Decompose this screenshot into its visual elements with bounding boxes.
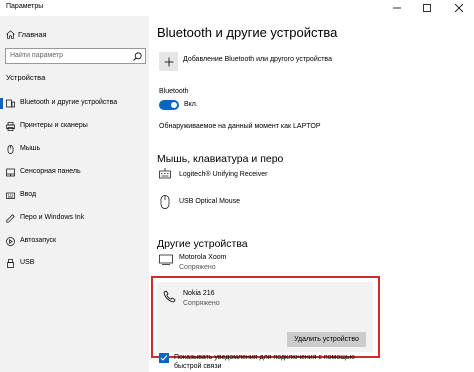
bluetooth-devices-icon — [6, 99, 15, 108]
sidebar-home-label: Главная — [18, 30, 47, 39]
pen-icon — [6, 214, 15, 223]
toggle-knob — [171, 102, 177, 108]
device-name: Nokia 216 — [183, 290, 215, 297]
add-device-label[interactable]: Добавление Bluetooth или другого устройс… — [183, 56, 332, 63]
checkmark-icon — [160, 355, 168, 361]
selected-device-highlight: Nokia 216 Сопряжено Удалить устройство — [151, 276, 380, 358]
usb-icon — [7, 259, 14, 268]
printer-icon — [6, 122, 15, 131]
notify-checkbox[interactable] — [159, 353, 169, 363]
bluetooth-toggle[interactable] — [159, 100, 179, 110]
home-icon — [6, 30, 15, 39]
main-content: Bluetooth и другие устройства Добавление… — [149, 16, 474, 372]
autoplay-icon — [6, 237, 15, 246]
plus-icon — [164, 57, 173, 66]
bluetooth-label: Bluetooth — [159, 88, 189, 95]
device-status: Сопряжено — [179, 264, 216, 271]
device-item-motorola[interactable]: Motorola Xoom Сопряжено — [159, 252, 459, 274]
maximize-icon — [423, 4, 431, 12]
device-status: Сопряжено — [183, 300, 220, 307]
device-name: Motorola Xoom — [179, 254, 227, 261]
sidebar-item-label: Ввод — [20, 191, 37, 198]
toggle-state-text: Вкл. — [184, 101, 198, 108]
notify-checkbox-label: Показывать уведомления для подключения с… — [174, 354, 355, 370]
mouse-icon — [7, 145, 14, 154]
title-bar: Параметры — [0, 0, 474, 16]
add-device-button[interactable] — [159, 52, 178, 71]
sidebar-item-touchpad[interactable]: Сенсорная панель — [0, 165, 149, 180]
search-icon — [133, 52, 142, 61]
sidebar-item-label: Мышь — [20, 145, 41, 152]
sidebar-item-bluetooth[interactable]: Bluetooth и другие устройства — [0, 96, 149, 111]
section-heading-other: Другие устройства — [157, 238, 248, 250]
sidebar-item-autoplay[interactable]: Автозапуск — [0, 234, 149, 249]
sidebar-item-label: Bluetooth и другие устройства — [20, 99, 118, 106]
sidebar-item-pen[interactable]: Перо и Windows Ink — [0, 211, 149, 226]
search-input[interactable] — [10, 52, 128, 59]
sidebar-item-label: Сенсорная панель — [20, 168, 81, 175]
sidebar-item-input[interactable]: Ввод — [0, 188, 149, 203]
sidebar-item-label: Принтеры и сканеры — [20, 122, 88, 129]
page-title: Bluetooth и другие устройства — [157, 25, 338, 40]
device-name: Logitech® Unifying Receiver — [179, 171, 268, 178]
tablet-device-icon — [159, 254, 173, 265]
close-button[interactable] — [448, 0, 470, 16]
minimize-icon — [393, 7, 401, 9]
device-item-nokia[interactable]: Nokia 216 Сопряжено Удалить устройство — [157, 282, 373, 352]
keyboard-device-icon — [159, 168, 171, 179]
section-heading-mouse: Мышь, клавиатура и перо — [157, 153, 284, 165]
sidebar-home[interactable]: Главная — [0, 28, 149, 42]
maximize-button[interactable] — [416, 0, 438, 16]
sidebar-item-mouse[interactable]: Мышь — [0, 142, 149, 157]
sidebar: Главная Устройства Bluetooth и другие ус… — [0, 16, 149, 372]
remove-device-button[interactable]: Удалить устройство — [287, 332, 366, 347]
window-title: Параметры — [6, 3, 44, 10]
sidebar-item-label: Автозапуск — [20, 237, 57, 244]
sidebar-item-printers[interactable]: Принтеры и сканеры — [0, 119, 149, 134]
device-name: USB Optical Mouse — [179, 198, 241, 205]
device-item-usb-mouse[interactable]: USB Optical Mouse — [159, 193, 459, 215]
device-item-logitech[interactable]: Logitech® Unifying Receiver — [159, 166, 459, 188]
discoverable-text: Обнаруживаемое на данный момент как LAPT… — [159, 123, 321, 130]
phone-icon — [163, 290, 176, 303]
sidebar-item-usb[interactable]: USB — [0, 256, 149, 271]
sidebar-section-devices: Устройства — [6, 73, 46, 82]
sidebar-item-label: USB — [20, 259, 35, 266]
search-box[interactable] — [5, 48, 146, 64]
quick-connect-notify[interactable]: Показывать уведомления для подключения с… — [159, 352, 459, 372]
keyboard-icon — [6, 192, 15, 199]
mouse-device-icon — [160, 195, 170, 209]
close-icon — [455, 4, 463, 12]
minimize-button[interactable] — [386, 0, 408, 16]
touchpad-icon — [6, 168, 15, 177]
sidebar-item-label: Перо и Windows Ink — [20, 214, 85, 221]
